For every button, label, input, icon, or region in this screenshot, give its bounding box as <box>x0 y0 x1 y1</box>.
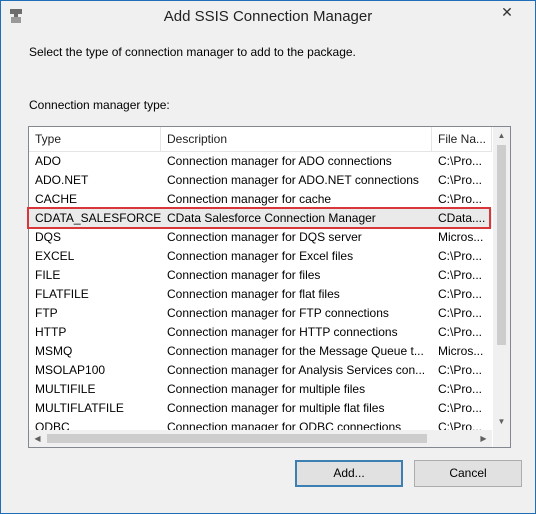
title-bar[interactable]: Add SSIS Connection Manager ✕ <box>1 1 535 32</box>
scrollbar-corner <box>493 430 510 447</box>
column-header-file-name[interactable]: File Na... <box>432 127 492 151</box>
type-cell: FILE <box>35 268 61 282</box>
type-cell: MULTIFILE <box>35 382 96 396</box>
column-header-type[interactable]: Type <box>29 127 161 151</box>
type-cell: MSMQ <box>35 344 73 358</box>
horizontal-scrollbar[interactable]: ◀ ▶ <box>29 430 492 447</box>
description-cell: Connection manager for DQS server <box>167 230 362 244</box>
description-cell: Connection manager for Excel files <box>167 249 354 263</box>
type-cell: EXCEL <box>35 249 75 263</box>
add-button[interactable]: Add... <box>295 460 403 487</box>
type-cell: ADO <box>35 154 62 168</box>
file-name-cell: C:\Pro... <box>438 325 483 339</box>
type-cell: HTTP <box>35 325 67 339</box>
list-item[interactable]: CDATA_SALESFORCE CData Salesforce Connect… <box>29 209 492 228</box>
file-name-cell: Micros... <box>438 230 484 244</box>
list-item[interactable]: HTTP Connection manager for HTTP connecti… <box>29 323 492 342</box>
list-item[interactable]: FILE Connection manager for files C:\Pro..… <box>29 266 492 285</box>
file-name-cell: C:\Pro... <box>438 173 483 187</box>
vertical-scroll-thumb[interactable] <box>497 145 506 345</box>
list-item[interactable]: ADO Connection manager for ADO connection… <box>29 152 492 171</box>
list-item[interactable]: CACHE Connection manager for cache C:\Pro.… <box>29 190 492 209</box>
description-cell: Connection manager for cache <box>167 192 332 206</box>
description-cell: Connection manager for HTTP connections <box>167 325 398 339</box>
description-cell: Connection manager for multiple files <box>167 382 366 396</box>
description-cell: Connection manager for Analysis Services… <box>167 363 426 377</box>
file-name-cell: C:\Pro... <box>438 306 483 320</box>
list-item[interactable]: MULTIFILE Connection manager for multiple… <box>29 380 492 399</box>
list-item[interactable]: MULTIFLATFILE Connection manager for mult… <box>29 399 492 418</box>
description-cell: Connection manager for flat files <box>167 287 340 301</box>
close-icon: ✕ <box>501 4 513 20</box>
description-cell: CData Salesforce Connection Manager <box>167 211 376 225</box>
vertical-scrollbar[interactable]: ▲ ▼ <box>493 127 510 430</box>
description-cell: Connection manager for ADO.NET connectio… <box>167 173 419 187</box>
list-item[interactable]: ADO.NET Connection manager for ADO.NET co… <box>29 171 492 190</box>
type-cell: CDATA_SALESFORCE <box>35 211 161 225</box>
list-header: Type Description File Na... <box>29 127 492 152</box>
file-name-cell: C:\Pro... <box>438 268 483 282</box>
type-cell: CACHE <box>35 192 78 206</box>
file-name-cell: CData.... <box>438 211 486 225</box>
type-cell: MSOLAP100 <box>35 363 106 377</box>
column-header-description[interactable]: Description <box>161 127 432 151</box>
description-cell: Connection manager for the Message Queue… <box>167 344 424 358</box>
list-item[interactable]: DQS Connection manager for DQS server Micr… <box>29 228 492 247</box>
file-name-cell: C:\Pro... <box>438 363 483 377</box>
connection-type-label: Connection manager type: <box>29 98 170 112</box>
file-name-cell: C:\Pro... <box>438 154 483 168</box>
description-cell: Connection manager for multiple flat fil… <box>167 401 385 415</box>
close-button[interactable]: ✕ <box>484 2 530 23</box>
file-name-cell: C:\Pro... <box>438 192 483 206</box>
list-item[interactable]: FLATFILE Connection manager for flat file… <box>29 285 492 304</box>
description-cell: Connection manager for files <box>167 268 321 282</box>
list-rows: ADO Connection manager for ADO connection… <box>29 152 492 437</box>
file-name-cell: C:\Pro... <box>438 382 483 396</box>
type-cell: ADO.NET <box>35 173 89 187</box>
file-name-cell: Micros... <box>438 344 484 358</box>
file-name-cell: C:\Pro... <box>438 401 483 415</box>
list-item[interactable]: MSOLAP100 Connection manager for Analysis… <box>29 361 492 380</box>
horizontal-scroll-thumb[interactable] <box>47 434 427 443</box>
type-cell: FTP <box>35 306 58 320</box>
scroll-down-icon[interactable]: ▼ <box>493 413 510 430</box>
type-cell: MULTIFLATFILE <box>35 401 124 415</box>
list-item[interactable]: MSMQ Connection manager for the Message Q… <box>29 342 492 361</box>
connection-type-list[interactable]: Type Description File Na... ADO Connectio… <box>28 126 511 448</box>
list-item[interactable]: FTP Connection manager for FTP connection… <box>29 304 492 323</box>
file-name-cell: C:\Pro... <box>438 249 483 263</box>
scroll-up-icon[interactable]: ▲ <box>493 127 510 144</box>
scroll-right-icon[interactable]: ▶ <box>475 430 492 447</box>
list-item[interactable]: EXCEL Connection manager for Excel files C… <box>29 247 492 266</box>
instruction-text: Select the type of connection manager to… <box>29 45 356 59</box>
type-cell: DQS <box>35 230 62 244</box>
file-name-cell: C:\Pro... <box>438 287 483 301</box>
type-cell: FLATFILE <box>35 287 89 301</box>
description-cell: Connection manager for FTP connections <box>167 306 389 320</box>
window-title: Add SSIS Connection Manager <box>163 8 373 25</box>
scroll-left-icon[interactable]: ◀ <box>29 430 46 447</box>
description-cell: Connection manager for ADO connections <box>167 154 392 168</box>
dialog-window: Add SSIS Connection Manager ✕ Select the… <box>0 0 536 514</box>
cancel-button[interactable]: Cancel <box>414 460 522 487</box>
